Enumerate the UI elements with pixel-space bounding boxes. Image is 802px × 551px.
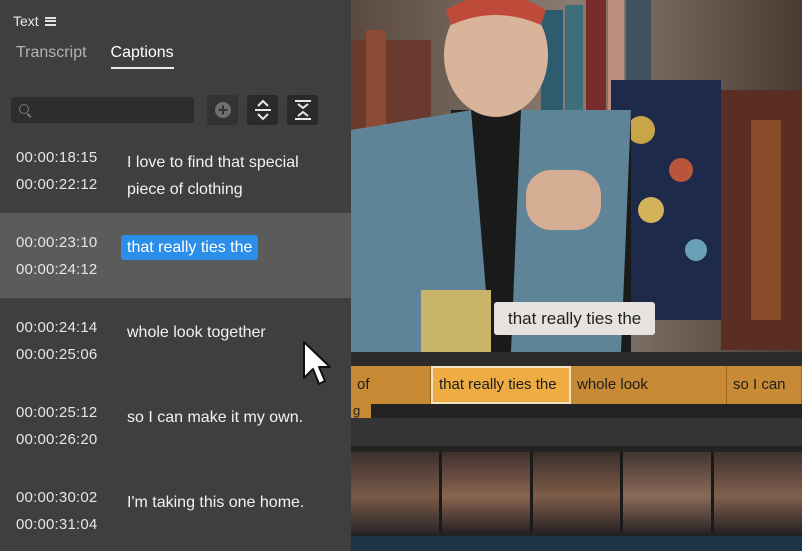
caption-clip[interactable]: whole look bbox=[571, 366, 727, 404]
tab-transcript[interactable]: Transcript bbox=[16, 44, 87, 69]
caption-row[interactable]: 00:00:18:15 00:00:22:12 I love to find t… bbox=[0, 128, 351, 213]
plus-circle-icon bbox=[214, 102, 231, 118]
text-panel: Text Transcript Captions 00:00:18:15 00:… bbox=[0, 0, 351, 551]
split-icon bbox=[254, 99, 271, 121]
caption-row[interactable]: 00:00:24:14 00:00:25:06 whole look toget… bbox=[0, 298, 351, 383]
search-box[interactable] bbox=[11, 97, 194, 123]
split-caption-button[interactable] bbox=[247, 95, 278, 125]
caption-end-time[interactable]: 00:00:24:12 bbox=[16, 261, 97, 278]
search-icon bbox=[19, 104, 29, 114]
video-thumbnail bbox=[441, 452, 530, 532]
caption-end-time[interactable]: 00:00:26:20 bbox=[16, 431, 97, 448]
video-preview[interactable]: that really ties the bbox=[351, 0, 802, 352]
video-thumbnail bbox=[351, 452, 439, 532]
caption-end-time[interactable]: 00:00:22:12 bbox=[16, 176, 97, 193]
caption-row[interactable]: 00:00:25:12 00:00:26:20 so I can make it… bbox=[0, 383, 351, 468]
caption-start-time[interactable]: 00:00:23:10 bbox=[16, 234, 97, 251]
panel-title: Text bbox=[13, 13, 39, 29]
tab-captions[interactable]: Captions bbox=[110, 44, 174, 69]
timeline-ruler[interactable] bbox=[351, 352, 802, 366]
merge-caption-button[interactable] bbox=[287, 95, 318, 125]
caption-text-highlighted[interactable]: that really ties the bbox=[121, 235, 259, 260]
panel-header[interactable]: Text bbox=[13, 12, 56, 30]
caption-row-selected[interactable]: 00:00:23:10 00:00:24:12 that really ties… bbox=[0, 213, 351, 298]
caption-text[interactable]: whole look together bbox=[127, 319, 337, 346]
caption-start-time[interactable]: 00:00:18:15 bbox=[16, 149, 97, 166]
video-track-thumbnails[interactable] bbox=[351, 452, 802, 532]
timeline: of that really ties the whole look so I … bbox=[351, 352, 802, 551]
video-thumbnail bbox=[532, 452, 621, 532]
hamburger-menu-icon[interactable] bbox=[44, 16, 56, 26]
video-thumbnail bbox=[714, 452, 802, 532]
caption-clip-selected[interactable]: that really ties the bbox=[431, 366, 571, 404]
caption-start-time[interactable]: 00:00:25:12 bbox=[16, 404, 97, 421]
tab-row: Transcript Captions bbox=[16, 44, 174, 69]
video-frame-image bbox=[351, 0, 802, 352]
caption-text[interactable]: so I can make it my own. bbox=[127, 404, 337, 431]
audio-track[interactable] bbox=[351, 536, 802, 551]
caption-clip[interactable]: so I can bbox=[727, 366, 802, 404]
caption-end-time[interactable]: 00:00:31:04 bbox=[16, 516, 97, 533]
caption-row[interactable]: 00:00:30:02 00:00:31:04 I'm taking this … bbox=[0, 468, 351, 551]
caption-clip[interactable]: of bbox=[351, 366, 431, 404]
caption-end-time[interactable]: 00:00:25:06 bbox=[16, 346, 97, 363]
video-thumbnail bbox=[623, 452, 712, 532]
caption-list: 00:00:18:15 00:00:22:12 I love to find t… bbox=[0, 128, 351, 551]
add-caption-button[interactable] bbox=[207, 95, 238, 125]
caption-start-time[interactable]: 00:00:30:02 bbox=[16, 489, 97, 506]
caption-track: of that really ties the whole look so I … bbox=[351, 366, 802, 404]
search-input[interactable] bbox=[35, 97, 190, 123]
empty-track[interactable] bbox=[351, 418, 802, 446]
caption-text[interactable]: I love to find that special piece of clo… bbox=[127, 149, 337, 203]
video-caption-overlay: that really ties the bbox=[494, 302, 656, 335]
caption-text[interactable]: I'm taking this one home. bbox=[127, 489, 337, 516]
caption-start-time[interactable]: 00:00:24:14 bbox=[16, 319, 97, 336]
merge-icon bbox=[294, 100, 311, 120]
